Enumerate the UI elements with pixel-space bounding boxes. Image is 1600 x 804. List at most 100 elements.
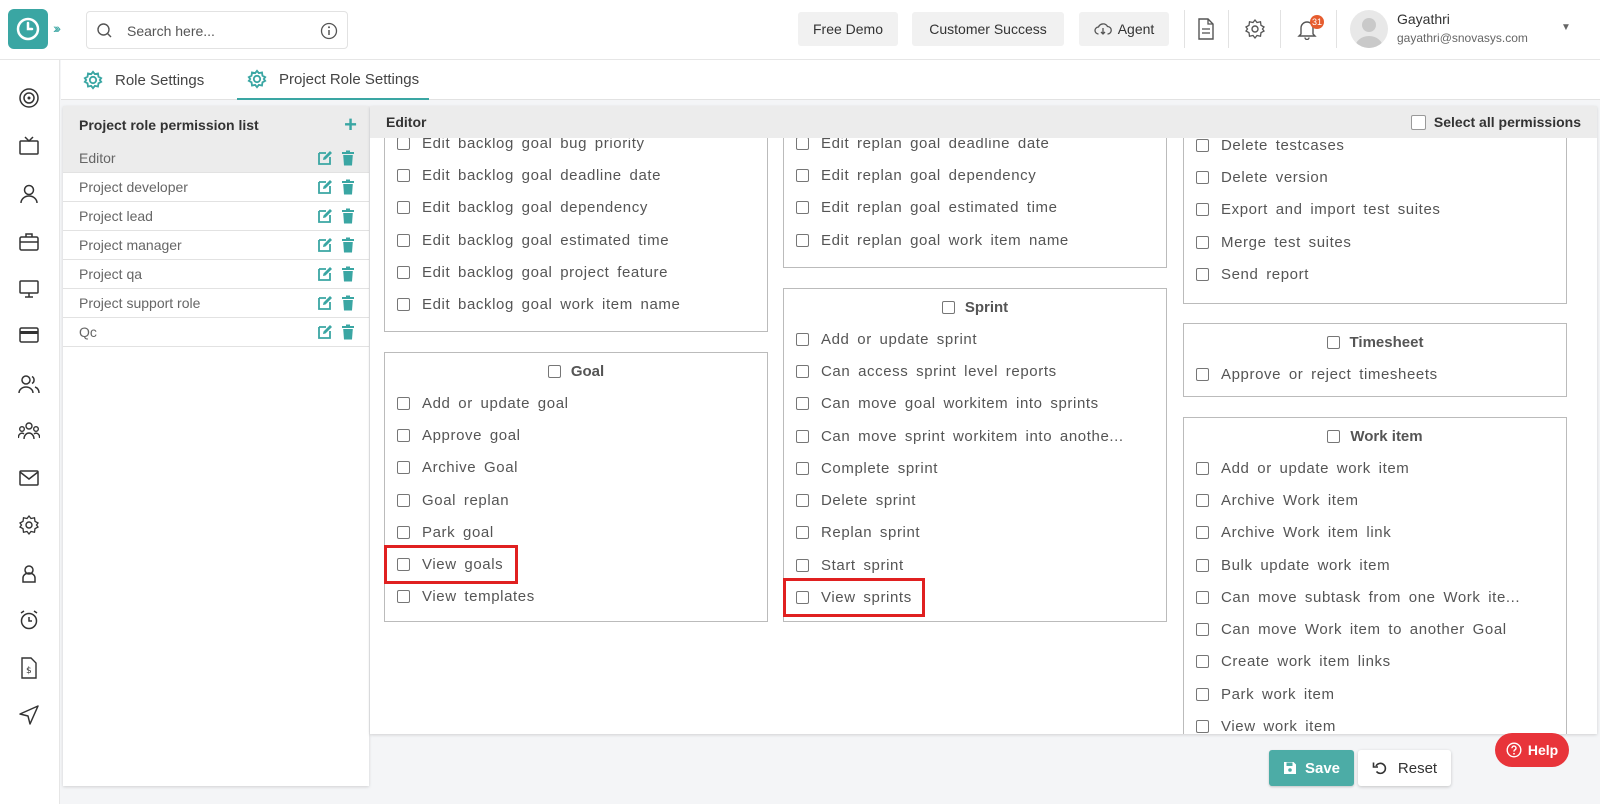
edit-icon[interactable] xyxy=(317,179,333,198)
profile-icon[interactable] xyxy=(17,562,41,586)
permission-checkbox[interactable] xyxy=(796,429,809,443)
edit-icon[interactable] xyxy=(317,324,333,343)
permission-item[interactable]: Add or update sprint xyxy=(784,323,1166,355)
free-demo-button[interactable]: Free Demo xyxy=(798,12,898,46)
role-list-item[interactable]: Project support role xyxy=(63,289,369,318)
permission-item[interactable]: Can move subtask from one Work ite... xyxy=(1184,581,1566,613)
permission-checkbox[interactable] xyxy=(397,428,410,442)
permission-checkbox[interactable] xyxy=(796,494,809,508)
permission-item[interactable]: Delete version xyxy=(1184,161,1566,193)
settings-icon[interactable] xyxy=(17,513,41,537)
role-list-item[interactable]: Qc xyxy=(63,318,369,347)
trash-icon[interactable] xyxy=(341,295,355,314)
avatar[interactable] xyxy=(1350,10,1388,48)
permission-item[interactable]: View work item xyxy=(1184,710,1566,734)
trash-icon[interactable] xyxy=(341,150,355,169)
permission-item[interactable]: Bulk update work item xyxy=(1184,549,1566,581)
trash-icon[interactable] xyxy=(341,208,355,227)
send-icon[interactable] xyxy=(17,703,41,727)
group-select-checkbox[interactable] xyxy=(1326,335,1340,349)
role-list-item[interactable]: Editor xyxy=(63,144,369,173)
permission-item[interactable]: Edit replan goal dependency xyxy=(784,159,1166,191)
permission-item[interactable]: Can access sprint level reports xyxy=(784,355,1166,387)
role-list-item[interactable]: Project developer xyxy=(63,173,369,202)
permission-item[interactable]: Archive Goal xyxy=(385,452,767,484)
role-list-item[interactable]: Project lead xyxy=(63,202,369,231)
permission-checkbox[interactable] xyxy=(1196,655,1209,669)
permission-item[interactable]: Edit backlog goal work item name xyxy=(385,288,767,320)
edit-icon[interactable] xyxy=(317,295,333,314)
agent-button[interactable]: Agent xyxy=(1079,12,1169,46)
mail-icon[interactable] xyxy=(17,466,41,490)
permission-item[interactable]: Edit backlog goal dependency xyxy=(385,192,767,224)
group-select-checkbox[interactable] xyxy=(941,300,955,314)
alarm-clock-icon[interactable] xyxy=(17,608,41,632)
select-all-permissions[interactable]: Select all permissions xyxy=(1410,114,1581,130)
permission-item[interactable]: Archive Work item link xyxy=(1184,517,1566,549)
permission-item[interactable]: Edit backlog goal project feature xyxy=(385,256,767,288)
permission-checkbox[interactable] xyxy=(796,397,809,411)
permission-item[interactable]: Edit backlog goal deadline date xyxy=(385,159,767,191)
permission-checkbox[interactable] xyxy=(1196,203,1209,217)
document-icon[interactable] xyxy=(1196,18,1216,40)
search-input[interactable] xyxy=(127,20,307,42)
invoice-icon[interactable]: $ xyxy=(17,656,41,680)
permission-item[interactable]: Park goal xyxy=(385,516,767,548)
permission-checkbox[interactable] xyxy=(1196,623,1209,637)
users-icon[interactable] xyxy=(17,372,41,396)
permission-checkbox[interactable] xyxy=(397,233,410,247)
permission-checkbox[interactable] xyxy=(796,526,809,540)
permission-checkbox[interactable] xyxy=(1196,493,1209,507)
permission-checkbox[interactable] xyxy=(397,201,410,215)
permission-checkbox[interactable] xyxy=(397,168,410,182)
permission-checkbox[interactable] xyxy=(397,461,410,475)
permission-item[interactable]: Park work item xyxy=(1184,678,1566,710)
edit-icon[interactable] xyxy=(317,208,333,227)
tab-role-settings[interactable]: Role Settings xyxy=(73,60,214,100)
group-select-checkbox[interactable] xyxy=(1327,429,1341,443)
permission-checkbox[interactable] xyxy=(1196,590,1209,604)
user-icon[interactable] xyxy=(17,182,41,206)
permission-item[interactable]: Replan sprint xyxy=(784,517,1166,549)
permission-item[interactable]: Add or update goal xyxy=(385,387,767,419)
chevron-down-icon[interactable]: ▼ xyxy=(1561,22,1571,33)
permission-item[interactable]: Merge test suites xyxy=(1184,226,1566,258)
tv-icon[interactable] xyxy=(17,134,41,158)
permission-checkbox[interactable] xyxy=(796,591,809,605)
permission-checkbox[interactable] xyxy=(397,136,410,150)
permission-checkbox[interactable] xyxy=(1196,558,1209,572)
permission-item[interactable]: Delete sprint xyxy=(784,484,1166,516)
permission-checkbox[interactable] xyxy=(796,332,809,346)
select-all-checkbox[interactable] xyxy=(1410,114,1426,130)
trash-icon[interactable] xyxy=(341,324,355,343)
gear-icon[interactable] xyxy=(1244,18,1266,40)
permission-checkbox[interactable] xyxy=(796,461,809,475)
permission-item[interactable]: Goal replan xyxy=(385,484,767,516)
permission-checkbox[interactable] xyxy=(1196,170,1209,184)
app-logo-icon[interactable] xyxy=(8,9,48,49)
tab-project-role-settings[interactable]: Project Role Settings xyxy=(237,60,430,100)
permission-item[interactable]: Can move goal workitem into sprints xyxy=(784,388,1166,420)
permission-item[interactable]: Create work item links xyxy=(1184,646,1566,678)
dashboard-icon[interactable] xyxy=(17,86,41,110)
role-list-item[interactable]: Project manager xyxy=(63,231,369,260)
permission-item[interactable]: Complete sprint xyxy=(784,452,1166,484)
permission-item[interactable]: Archive Work item xyxy=(1184,484,1566,516)
customer-success-button[interactable]: Customer Success xyxy=(912,12,1064,46)
permission-checkbox[interactable] xyxy=(397,298,410,312)
trash-icon[interactable] xyxy=(341,237,355,256)
permission-item[interactable]: View templates xyxy=(385,581,767,613)
permission-checkbox[interactable] xyxy=(796,558,809,572)
permission-item[interactable]: Approve or reject timesheets xyxy=(1184,358,1566,390)
team-icon[interactable] xyxy=(17,419,41,443)
expand-menu-icon[interactable]: ››› xyxy=(53,20,61,36)
group-select-checkbox[interactable] xyxy=(547,364,561,378)
permission-item[interactable]: Start sprint xyxy=(784,549,1166,581)
permission-item[interactable]: Edit replan goal estimated time xyxy=(784,192,1166,224)
permission-checkbox[interactable] xyxy=(1196,687,1209,701)
permission-checkbox[interactable] xyxy=(1196,235,1209,249)
permission-checkbox[interactable] xyxy=(1196,461,1209,475)
briefcase-icon[interactable] xyxy=(17,230,41,254)
help-button[interactable]: Help xyxy=(1495,733,1569,767)
permission-item[interactable]: Send report xyxy=(1184,258,1566,290)
